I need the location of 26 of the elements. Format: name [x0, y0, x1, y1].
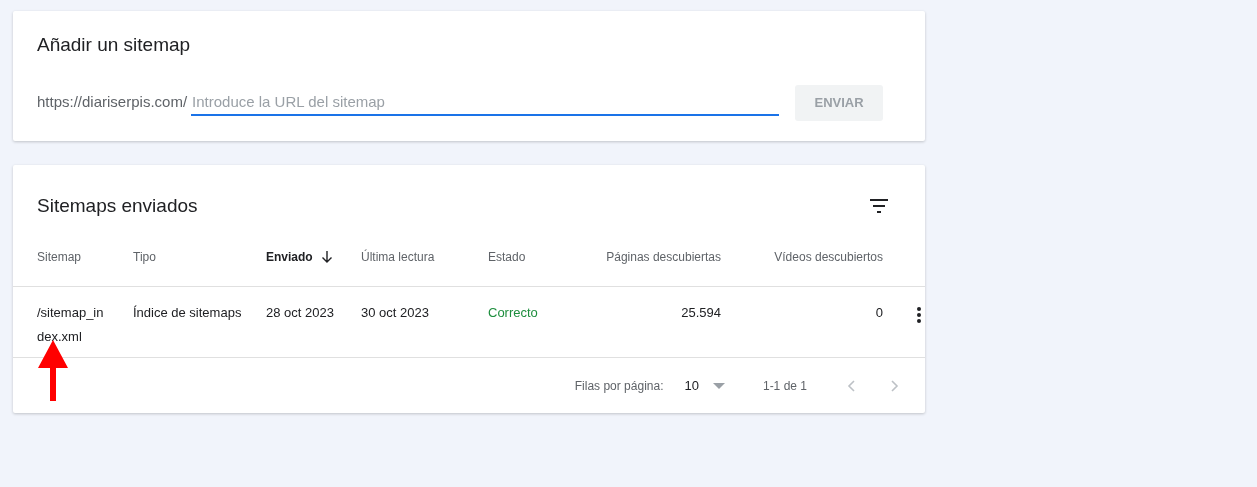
table-cell-text: 30 oct 2023	[361, 304, 430, 322]
filter-icon[interactable]	[869, 199, 889, 213]
up-arrow-icon	[38, 340, 68, 401]
column-header[interactable]: Sitemap	[37, 247, 133, 266]
url-prefix: https://diariserpis.com/	[37, 92, 188, 113]
rows-per-page-select[interactable]: 10	[684, 376, 725, 396]
dropdown-caret-icon	[712, 383, 725, 389]
rows-per-page-label: Filas por página:	[574, 378, 664, 395]
table-cell-text: /sitemap_index.xml	[37, 304, 105, 346]
sort-down-icon	[320, 250, 333, 263]
table-cell-text: 0	[874, 304, 883, 322]
table-cell-text: 28 oct 2023	[266, 304, 335, 322]
table-cell-text: Correcto	[488, 304, 539, 322]
column-header[interactable]: Tipo	[133, 247, 266, 266]
column-header[interactable]: Enviado	[266, 247, 361, 266]
column-header[interactable]: Estado	[488, 247, 588, 266]
card-title: Añadir un sitemap	[37, 33, 191, 57]
page-range: 1-1 de 1	[762, 378, 807, 395]
column-header[interactable]: Última lectura	[361, 247, 488, 266]
table-cell-text: 25.594	[680, 304, 721, 322]
table-cell-text: Índice de sitemaps	[133, 304, 243, 322]
column-header[interactable]: Páginas descubiertas	[588, 247, 721, 266]
card-title: Sitemaps enviados	[37, 193, 198, 218]
url-input-field[interactable]: Introduce la URL del sitemap	[191, 89, 780, 116]
more-options-icon[interactable]	[917, 307, 921, 323]
column-header[interactable]: Vídeos descubiertos	[721, 247, 883, 266]
